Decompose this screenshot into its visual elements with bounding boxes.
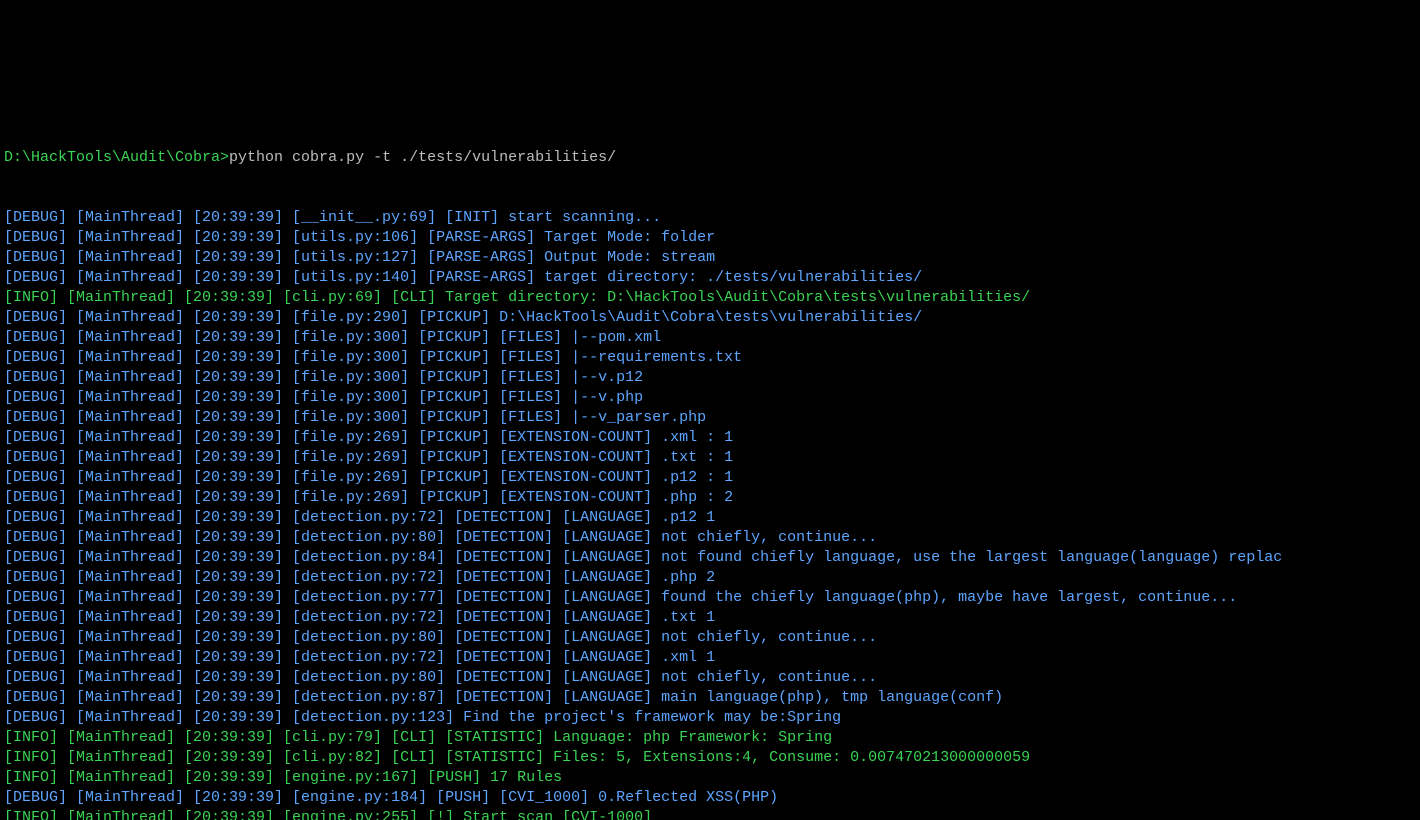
log-line: [DEBUG] [MainThread] [20:39:39] [detecti… <box>4 628 1418 648</box>
log-line: [DEBUG] [MainThread] [20:39:39] [detecti… <box>4 648 1418 668</box>
log-line: [DEBUG] [MainThread] [20:39:39] [file.py… <box>4 348 1418 368</box>
log-line: [DEBUG] [MainThread] [20:39:39] [detecti… <box>4 508 1418 528</box>
log-line: [DEBUG] [MainThread] [20:39:39] [file.py… <box>4 368 1418 388</box>
log-line: [DEBUG] [MainThread] [20:39:39] [file.py… <box>4 408 1418 428</box>
log-line: [DEBUG] [MainThread] [20:39:39] [detecti… <box>4 528 1418 548</box>
log-line: [DEBUG] [MainThread] [20:39:39] [file.py… <box>4 448 1418 468</box>
log-line: [INFO] [MainThread] [20:39:39] [engine.p… <box>4 808 1418 820</box>
log-line: [DEBUG] [MainThread] [20:39:39] [file.py… <box>4 488 1418 508</box>
log-line: [DEBUG] [MainThread] [20:39:39] [file.py… <box>4 428 1418 448</box>
log-line: [DEBUG] [MainThread] [20:39:39] [utils.p… <box>4 248 1418 268</box>
log-lines: [DEBUG] [MainThread] [20:39:39] [__init_… <box>4 208 1418 820</box>
command-text: python cobra.py -t ./tests/vulnerabiliti… <box>229 149 616 166</box>
prompt-path: D:\HackTools\Audit\Cobra> <box>4 149 229 166</box>
log-line: [INFO] [MainThread] [20:39:39] [engine.p… <box>4 768 1418 788</box>
log-line: [DEBUG] [MainThread] [20:39:39] [detecti… <box>4 708 1418 728</box>
log-line: [DEBUG] [MainThread] [20:39:39] [detecti… <box>4 568 1418 588</box>
log-line: [DEBUG] [MainThread] [20:39:39] [detecti… <box>4 668 1418 688</box>
log-line: [DEBUG] [MainThread] [20:39:39] [file.py… <box>4 468 1418 488</box>
log-line: [INFO] [MainThread] [20:39:39] [cli.py:8… <box>4 748 1418 768</box>
log-line: [DEBUG] [MainThread] [20:39:39] [file.py… <box>4 328 1418 348</box>
log-line: [DEBUG] [MainThread] [20:39:39] [utils.p… <box>4 268 1418 288</box>
terminal-output[interactable]: D:\HackTools\Audit\Cobra>python cobra.py… <box>0 100 1420 820</box>
log-line: [INFO] [MainThread] [20:39:39] [cli.py:7… <box>4 728 1418 748</box>
log-line: [DEBUG] [MainThread] [20:39:39] [detecti… <box>4 608 1418 628</box>
log-line: [DEBUG] [MainThread] [20:39:39] [utils.p… <box>4 228 1418 248</box>
log-line: [DEBUG] [MainThread] [20:39:39] [file.py… <box>4 308 1418 328</box>
log-line: [DEBUG] [MainThread] [20:39:39] [engine.… <box>4 788 1418 808</box>
log-line: [DEBUG] [MainThread] [20:39:39] [detecti… <box>4 588 1418 608</box>
log-line: [DEBUG] [MainThread] [20:39:39] [detecti… <box>4 548 1418 568</box>
command-line: D:\HackTools\Audit\Cobra>python cobra.py… <box>4 148 1418 168</box>
log-line: [DEBUG] [MainThread] [20:39:39] [detecti… <box>4 688 1418 708</box>
log-line: [INFO] [MainThread] [20:39:39] [cli.py:6… <box>4 288 1418 308</box>
log-line: [DEBUG] [MainThread] [20:39:39] [__init_… <box>4 208 1418 228</box>
log-line: [DEBUG] [MainThread] [20:39:39] [file.py… <box>4 388 1418 408</box>
